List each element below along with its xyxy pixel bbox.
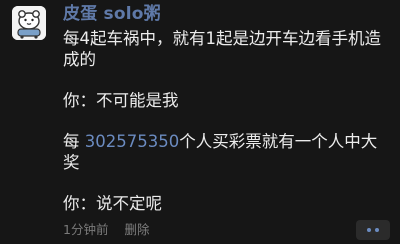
comment-footer: 1分钟前 删除 [63,222,149,238]
comment-line-3: 每 302575350个人买彩票就有一个人中大奖 [63,131,389,173]
more-icon [367,228,371,232]
lottery-number[interactable]: 302575350 [85,132,179,151]
username[interactable]: 皮蛋 solo粥 [63,4,161,24]
delete-button[interactable]: 删除 [124,222,149,237]
lottery-prefix: 每 [63,132,80,151]
comment-line-1: 每4起车祸中，就有1起是边开车边看手机造成的 [63,29,381,69]
avatar[interactable] [12,6,46,40]
cartoon-avatar-icon [12,6,46,40]
comment-line-4: 你：说不定呢 [63,194,162,213]
comment-body: 每4起车祸中，就有1起是边开车边看手机造成的 你：不可能是我 每 3025753… [63,28,389,214]
comment-line-2: 你：不可能是我 [63,91,179,110]
comment-card: 皮蛋 solo粥 每4起车祸中，就有1起是边开车边看手机造成的 你：不可能是我 … [0,0,400,244]
more-icon [375,228,379,232]
more-button[interactable] [356,220,390,240]
timestamp: 1分钟前 [63,222,109,237]
